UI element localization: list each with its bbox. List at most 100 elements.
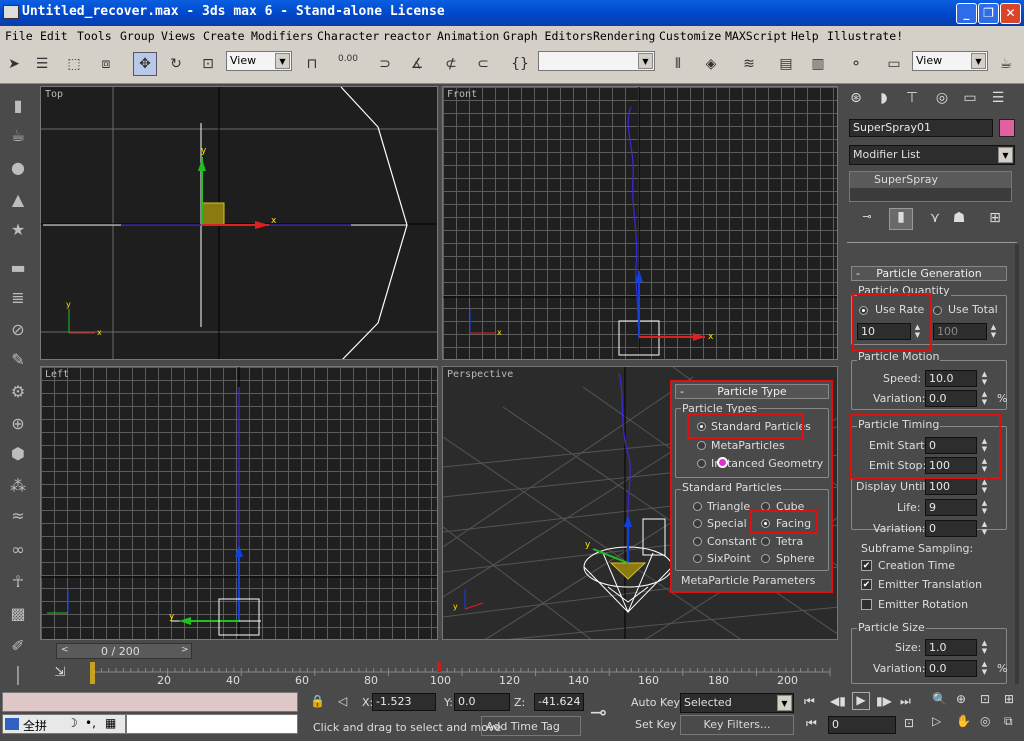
y-coord-input[interactable]: 0.0 [454, 693, 510, 711]
go-to-end-icon[interactable]: ⏭ [900, 694, 911, 709]
creation-time-checkbox[interactable]: ✔ [861, 560, 872, 571]
trackbar[interactable]: ⇲ 20 40 60 80 100 120 140 160 180 200 [40, 660, 840, 690]
menu-customize[interactable]: Customize [659, 29, 721, 43]
field-of-view-icon[interactable]: ▷ [932, 714, 941, 728]
z-coord-input[interactable]: -41.624 [534, 693, 584, 711]
angle-snap-icon[interactable]: ∡ [405, 52, 429, 76]
menu-graph-editors[interactable]: Graph Editors [503, 29, 593, 43]
zoom-all-icon[interactable]: ⊕ [956, 692, 966, 706]
emitter-translation-checkbox[interactable]: ✔ [861, 579, 872, 590]
life-variation-input[interactable]: 0 [925, 520, 977, 537]
selection-region-icon[interactable]: ⬚ [62, 52, 86, 76]
menu-group[interactable]: Group [120, 29, 155, 43]
time-slider-right-arrow[interactable]: > [181, 645, 189, 655]
maxscript-input[interactable] [126, 714, 298, 734]
spinner-snap-icon[interactable]: 0.00 [336, 52, 360, 76]
emitter-rotation-checkbox[interactable] [861, 599, 872, 610]
total-input[interactable]: 100 [933, 323, 987, 340]
menu-help[interactable]: Help [791, 29, 819, 43]
menu-animation[interactable]: Animation [437, 29, 499, 43]
x-coord-input[interactable]: -1.523 [372, 693, 436, 711]
absolute-mode-icon[interactable]: ◁ [338, 694, 347, 708]
pin-stack-icon[interactable]: ⊸ [855, 210, 879, 232]
current-frame-input[interactable]: 0 [828, 716, 896, 734]
previous-frame-icon[interactable]: ◀▮ [830, 694, 846, 708]
ime-bar[interactable]: 全拼 ☽ •, ▦ [2, 714, 126, 734]
cone-icon[interactable]: ▲ [6, 188, 30, 212]
use-total-radio[interactable] [933, 306, 942, 315]
select-and-rotate-icon[interactable]: ↻ [164, 52, 188, 76]
menu-modifiers[interactable]: Modifiers [251, 29, 313, 43]
remove-modifier-icon[interactable]: ☗ [947, 210, 971, 232]
magnet-snap-icon[interactable]: ⊃ [373, 52, 397, 76]
named-selection-icon[interactable]: {} [508, 52, 532, 76]
go-to-start-icon[interactable]: ⏮ [804, 694, 815, 709]
bone-icon[interactable]: ⊘ [6, 318, 30, 342]
menu-create[interactable]: Create [203, 29, 245, 43]
time-slider[interactable]: < 0 / 200 > [56, 643, 192, 659]
spring-icon[interactable]: ≣ [6, 286, 30, 310]
variation-input[interactable]: 0.0 [925, 390, 977, 407]
named-selection-dropdown[interactable]: ▼ [538, 51, 655, 71]
pan-icon[interactable]: ✋ [956, 714, 971, 728]
make-unique-icon[interactable]: ⋎ [923, 210, 947, 232]
biped-icon[interactable]: ☥ [6, 570, 30, 594]
motion-tab-icon[interactable]: ◎ [930, 90, 954, 112]
close-button[interactable]: ✕ [1000, 3, 1021, 24]
menu-rendering[interactable]: Rendering [593, 29, 655, 43]
zoom-icon[interactable]: 🔍 [932, 692, 947, 706]
time-slider-left-arrow[interactable]: < [61, 645, 69, 655]
space-warp-icon[interactable]: ⬢ [6, 442, 30, 466]
plane-icon[interactable]: ▬ [6, 256, 30, 280]
menu-tools[interactable]: Tools [77, 29, 112, 43]
life-input[interactable]: 9 [925, 499, 977, 516]
light-icon[interactable]: ✎ [6, 348, 30, 372]
select-and-scale-icon[interactable]: ⊡ [196, 52, 220, 76]
object-color-swatch[interactable] [999, 119, 1015, 137]
sphere-icon[interactable]: ● [6, 156, 30, 180]
total-spinner[interactable]: ▲ ▼ [989, 323, 998, 340]
modify-tab-icon[interactable]: ◗ [872, 90, 896, 112]
window-crossing-icon[interactable]: ⧈ [94, 52, 118, 76]
menu-reactor[interactable]: reactor [383, 29, 431, 43]
select-and-move-icon[interactable]: ✥ [133, 52, 157, 76]
menu-file[interactable]: File [5, 29, 33, 43]
arc-rotate-icon[interactable]: ◎ [980, 714, 990, 728]
key-icon[interactable]: ⊸ [590, 700, 607, 724]
maximize-viewport-icon[interactable]: ⧉ [1004, 714, 1013, 729]
selection-set-dropdown[interactable]: Selected ▼ [680, 693, 794, 713]
map-icon[interactable]: ▩ [6, 602, 30, 626]
display-until-spinner[interactable]: ▲ ▼ [980, 478, 989, 495]
menu-edit[interactable]: Edit [40, 29, 68, 43]
life-spinner[interactable]: ▲ ▼ [980, 499, 989, 516]
configure-modifier-sets-icon[interactable]: ⊞ [983, 210, 1007, 232]
percent-snap-icon[interactable]: ⊄ [439, 52, 463, 76]
material-editor-icon[interactable]: ⚬ [844, 52, 868, 76]
menu-views[interactable]: Views [161, 29, 196, 43]
zoom-extents-all-icon[interactable]: ⊞ [1004, 692, 1014, 706]
size-variation-input[interactable]: 0.0 [925, 660, 977, 677]
key-mode-icon[interactable]: ⏮ [806, 716, 817, 731]
paint-icon[interactable]: ✐ [6, 634, 30, 658]
display-tab-icon[interactable]: ▭ [958, 90, 982, 112]
star-icon[interactable]: ★ [6, 218, 30, 242]
menu-maxscript[interactable]: MAXScript [725, 29, 787, 43]
viewport-left[interactable]: Left y [40, 366, 438, 640]
modifier-list-dropdown[interactable]: Modifier List ▼ [849, 145, 1015, 165]
mirror-icon[interactable]: ⫴ [666, 52, 690, 76]
hierarchy-tab-icon[interactable]: ⊤ [900, 90, 924, 112]
teapot-icon[interactable]: ☕ [6, 124, 30, 148]
schematic-view-icon[interactable]: ▥ [806, 52, 830, 76]
panel-scrollbar[interactable] [1015, 244, 1019, 684]
time-config-icon[interactable]: ⊡ [904, 716, 914, 730]
next-frame-icon[interactable]: ▮▶ [876, 694, 892, 708]
variation-spinner[interactable]: ▲ ▼ [980, 390, 989, 407]
helper-icon[interactable]: ⊕ [6, 412, 30, 436]
pivot-center-icon[interactable]: ⊓ [300, 52, 324, 76]
wave-icon[interactable]: ≈ [6, 504, 30, 528]
ruler-icon[interactable]: │ [6, 664, 30, 688]
open-curve-editor-icon[interactable]: ⇲ [50, 665, 70, 685]
viewport-top[interactable]: Top y x y x [40, 86, 438, 360]
torus-knot-icon[interactable]: ∞ [6, 538, 30, 562]
layer-manager-icon[interactable]: ≋ [737, 52, 761, 76]
